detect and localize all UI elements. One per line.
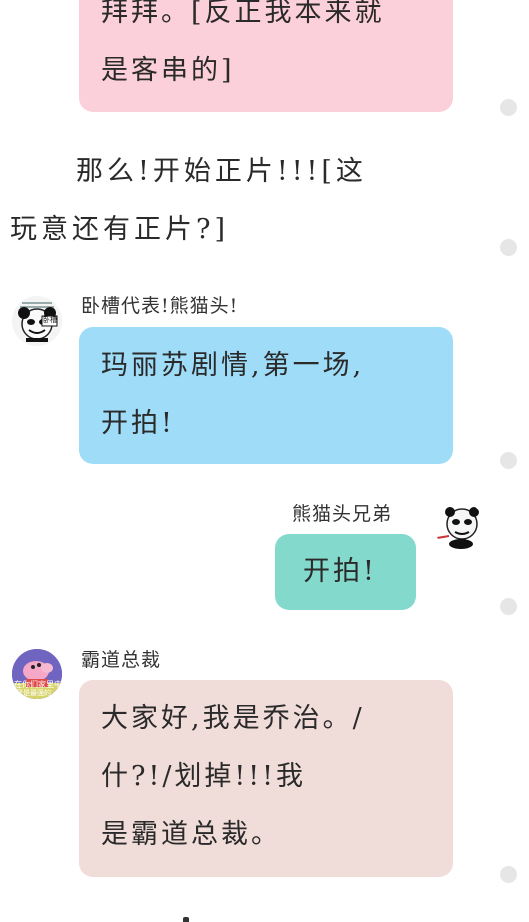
avatar-peppa-pig[interactable]: 在你们家里中 我是最强的 <box>12 649 62 699</box>
avatar-caption: 我是最强的 <box>16 689 51 697</box>
avatar-caption: 卧槽 <box>43 316 57 324</box>
message-bubble-4[interactable]: 大家好,我是乔治。/ 什?!/划掉!!!我 是霸道总裁。 <box>79 680 453 877</box>
message-bubble-2[interactable]: 玛丽苏剧情,第一场, 开拍! <box>79 327 453 464</box>
panda-face-icon <box>435 502 485 552</box>
avatar-panda-meme-2[interactable] <box>435 502 485 552</box>
message-line: 开拍! <box>101 408 175 439</box>
message-line: 拜拜。[反正我本来就 <box>101 0 385 28</box>
status-dot <box>500 99 517 116</box>
narration-line: 那么!开始正片!!![这 <box>76 156 367 187</box>
chat-screen: 拜拜。[反正我本来就 是客串的] 那么!开始正片!!![这 玩意还有正片?] 卧… <box>0 0 529 922</box>
narration-line: 玩意还有正片?] <box>10 214 230 245</box>
message-bubble-1[interactable]: 拜拜。[反正我本来就 是客串的] <box>79 0 453 112</box>
status-dot <box>500 866 517 883</box>
sender-name: 卧槽代表!熊猫头! <box>81 295 239 317</box>
message-line: 开拍! <box>303 556 377 587</box>
avatar-panda-meme[interactable]: 卧槽 <box>12 296 62 346</box>
narration-text: 那么!开始正片!!![这 玩意还有正片?] <box>0 143 367 259</box>
message-line: 大家好,我是乔治。/ <box>101 703 365 734</box>
status-dot <box>500 239 517 256</box>
message-line: 是霸道总裁。 <box>101 819 281 850</box>
message-bubble-3[interactable]: 开拍! <box>275 534 416 610</box>
sender-name: 霸道总裁 <box>81 649 162 671</box>
status-dot <box>500 598 517 615</box>
message-line: 是客串的] <box>101 55 235 86</box>
message-line: 玛丽苏剧情,第一场, <box>101 350 365 381</box>
sender-name: 熊猫头兄弟 <box>292 503 393 525</box>
divider <box>183 917 189 922</box>
message-line: 什?!/划掉!!!我 <box>101 761 306 792</box>
status-dot <box>500 452 517 469</box>
